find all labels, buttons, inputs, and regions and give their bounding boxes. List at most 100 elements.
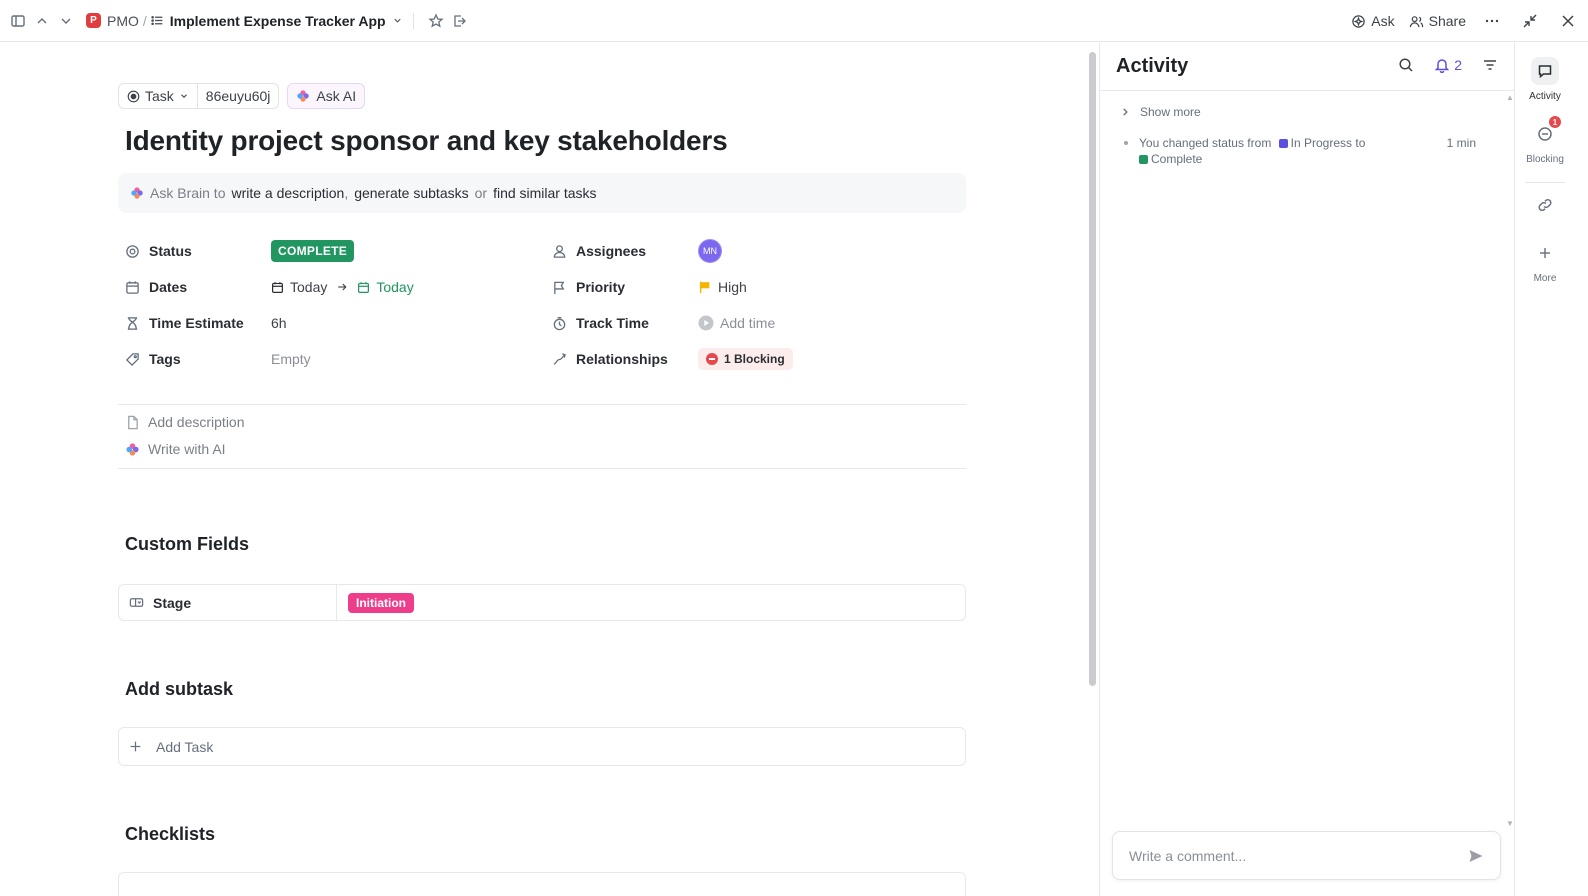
ask-icon xyxy=(1352,14,1366,28)
divider xyxy=(118,468,966,469)
priority-flag-icon xyxy=(699,281,710,294)
notifications-button[interactable]: 2 xyxy=(1434,57,1462,73)
priority-value[interactable]: High xyxy=(698,275,747,299)
scroll-up-icon[interactable]: ▲ xyxy=(1506,93,1514,102)
write-with-ai-label: Write with AI xyxy=(148,441,226,457)
more-options-icon[interactable] xyxy=(1480,9,1504,33)
breadcrumb-separator: / xyxy=(142,12,147,29)
activity-time: 1 min xyxy=(1446,136,1476,150)
to-word: to xyxy=(1355,136,1366,150)
share-button[interactable]: Share xyxy=(1409,13,1466,29)
checklist-box[interactable] xyxy=(118,872,966,896)
main-scrollbar[interactable] xyxy=(1089,52,1096,686)
bullet-dot xyxy=(1124,141,1128,145)
stage-value-cell[interactable]: Initiation xyxy=(337,585,414,620)
scroll-down-icon[interactable]: ▼ xyxy=(1506,819,1514,828)
calendar-icon xyxy=(126,280,139,294)
blocking-pill[interactable]: 1 Blocking xyxy=(698,348,793,370)
task-title[interactable]: Identity project sponsor and key stakeho… xyxy=(125,125,728,157)
time-estimate-label-wrap: Time Estimate xyxy=(125,315,244,331)
space-badge: P xyxy=(86,13,101,28)
custom-fields-title: Custom Fields xyxy=(125,534,250,554)
play-icon[interactable] xyxy=(698,315,714,331)
start-date[interactable]: Today xyxy=(290,279,327,295)
rail-links[interactable] xyxy=(1515,191,1575,219)
chevron-down-icon[interactable] xyxy=(54,9,78,33)
tags-label: Tags xyxy=(149,351,181,367)
activity-title: Activity xyxy=(1116,55,1189,77)
tags-value[interactable]: Empty xyxy=(271,347,311,371)
task-type-dropdown[interactable]: Task xyxy=(119,84,197,108)
generate-subtasks-link[interactable]: generate subtasks xyxy=(354,185,468,201)
send-icon[interactable] xyxy=(1468,848,1484,864)
collapse-icon[interactable] xyxy=(1518,9,1542,33)
assignees-value[interactable]: MN xyxy=(698,239,722,263)
calendar-icon xyxy=(272,281,283,293)
breadcrumb: P PMO / Implement Expense Tracker App xyxy=(0,9,472,33)
relationships-value[interactable]: 1 Blocking xyxy=(698,347,793,371)
sidebar-toggle-icon[interactable] xyxy=(6,9,30,33)
ask-button[interactable]: Ask xyxy=(1351,13,1395,29)
search-icon[interactable] xyxy=(1398,57,1414,73)
filter-icon[interactable] xyxy=(1482,57,1498,73)
add-task-label: Add Task xyxy=(156,738,214,755)
brain-comma: , xyxy=(344,185,349,201)
find-similar-tasks-link[interactable]: find similar tasks xyxy=(493,185,596,201)
chevron-down-icon xyxy=(393,18,401,23)
status-field: Status xyxy=(125,239,192,263)
stage-pill[interactable]: Initiation xyxy=(348,592,414,613)
plus-icon xyxy=(130,741,141,752)
show-more-button[interactable]: Show more xyxy=(1120,105,1201,119)
dates-field: Dates xyxy=(125,275,187,299)
priority-field: Priority xyxy=(552,275,625,299)
track-time-value[interactable]: Add time xyxy=(698,311,775,335)
write-description-link[interactable]: write a description xyxy=(231,185,344,201)
time-estimate-field: Time Estimate xyxy=(125,311,244,335)
comment-input[interactable]: Write a comment... xyxy=(1112,831,1501,880)
add-time-text: Add time xyxy=(720,315,776,331)
flag-icon xyxy=(554,281,565,294)
arrow-right-icon xyxy=(338,283,347,291)
blocking-icon: 1 xyxy=(1531,116,1561,148)
comment-placeholder: Write a comment... xyxy=(1129,847,1247,864)
ai-sparkle-icon xyxy=(131,187,143,199)
activity-header: Activity 2 xyxy=(1100,43,1514,91)
relationships-field: Relationships xyxy=(552,347,668,371)
document-icon xyxy=(128,415,138,429)
blocking-badge: 1 xyxy=(1549,116,1561,128)
status-pill[interactable]: COMPLETE xyxy=(271,240,355,262)
priority-label: Priority xyxy=(576,279,626,295)
ask-ai-button[interactable]: Ask AI xyxy=(287,83,366,109)
avatar[interactable]: MN xyxy=(698,239,722,263)
track-time-field: Track Time xyxy=(552,311,649,335)
status-value[interactable]: COMPLETE xyxy=(271,239,355,263)
ask-label: Ask xyxy=(1371,13,1395,29)
move-icon[interactable] xyxy=(448,9,472,33)
rail-blocking[interactable]: 1 Blocking xyxy=(1515,116,1575,165)
ai-sparkle-icon xyxy=(297,90,310,102)
write-with-ai-button[interactable]: Write with AI xyxy=(125,441,226,457)
close-icon[interactable] xyxy=(1556,9,1580,33)
dates-value[interactable]: Today Today xyxy=(271,275,414,299)
list-name: Implement Expense Tracker App xyxy=(169,12,386,29)
due-date[interactable]: Today xyxy=(376,279,413,295)
breadcrumb-list[interactable]: Implement Expense Tracker App xyxy=(151,13,403,29)
add-description-button[interactable]: Add description xyxy=(125,414,245,430)
time-estimate-value[interactable]: 6h xyxy=(271,311,287,335)
rail-activity[interactable]: Activity xyxy=(1515,57,1575,102)
add-task-button[interactable]: Add Task xyxy=(118,727,966,766)
chevron-up-icon[interactable] xyxy=(30,9,54,33)
bell-icon xyxy=(1434,59,1450,73)
track-time-label-wrap: Track Time xyxy=(552,315,649,331)
rail-more[interactable]: More xyxy=(1515,239,1575,284)
task-chip-group: Task 86euyu60j xyxy=(118,83,280,109)
breadcrumb-space[interactable]: P PMO xyxy=(86,13,139,29)
brain-prefix: Ask Brain to xyxy=(150,185,226,201)
chevron-right-icon xyxy=(1123,108,1128,116)
star-icon[interactable] xyxy=(424,9,448,33)
ai-sparkle-icon xyxy=(126,442,139,456)
task-id[interactable]: 86euyu60j xyxy=(196,84,279,108)
notification-count: 2 xyxy=(1454,57,1462,73)
relationships-icon xyxy=(553,352,566,365)
from-status: In Progress xyxy=(1290,136,1353,150)
